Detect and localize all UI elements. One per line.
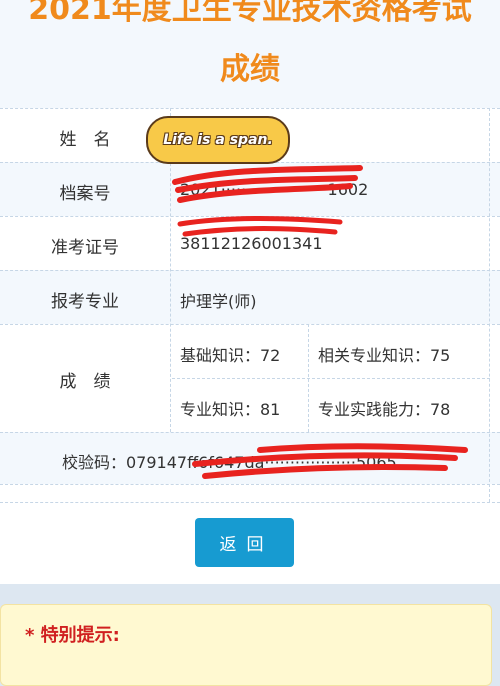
score-label: 成 绩 <box>59 372 111 392</box>
divider <box>0 108 500 109</box>
page-subtitle: 成绩 <box>220 52 280 87</box>
redaction-scribble <box>192 443 468 479</box>
score-related: 相关专业知识：75 <box>318 346 451 365</box>
divider <box>0 324 500 325</box>
divider <box>0 502 500 503</box>
specialty-value: 护理学(师) <box>180 292 257 311</box>
divider <box>172 378 490 379</box>
specialty-label: 报考专业 <box>51 292 119 312</box>
page-title: 2021年度卫生专业技术资格考试 <box>28 0 472 27</box>
divider <box>0 270 500 271</box>
notice-title: * 特别提示: <box>25 625 120 646</box>
admission-label: 准考证号 <box>51 238 119 258</box>
file-no-label: 档案号 <box>59 184 111 204</box>
special-notice: * 特别提示: <box>0 604 492 686</box>
column-divider <box>308 324 309 432</box>
redaction-scribble <box>172 165 363 203</box>
name-label: 姓 名 <box>59 130 111 150</box>
back-button[interactable]: 返回 <box>195 518 294 567</box>
score-specialty: 专业知识：81 <box>180 400 281 419</box>
divider <box>0 432 500 433</box>
score-card: 2021年度卫生专业技术资格考试 成绩 姓 名 档案号 准考证号 报考专业 成 … <box>0 0 500 584</box>
redaction-scribble <box>177 216 343 237</box>
column-divider <box>489 108 490 502</box>
score-practice: 专业实践能力：78 <box>318 400 451 419</box>
sticker: Life is a span. <box>146 116 290 164</box>
score-basic: 基础知识：72 <box>180 346 281 365</box>
